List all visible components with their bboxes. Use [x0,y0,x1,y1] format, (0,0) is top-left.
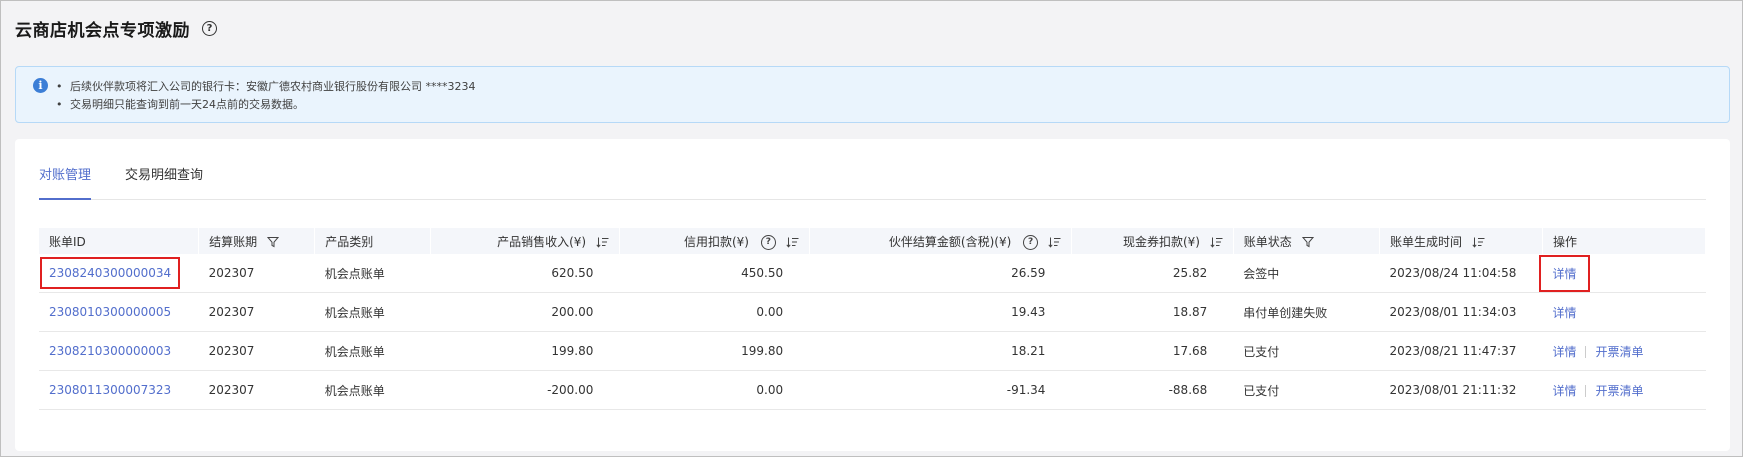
help-icon[interactable]: ? [202,21,217,36]
bill-id-cell: 2308011300007323 [39,370,199,410]
col-header-time: 账单生成时间 [1379,228,1543,254]
action-divider [1585,346,1587,358]
category-cell: 机会点账单 [314,254,431,293]
actions-cell: 详情 [1542,292,1706,332]
details-link[interactable]: 详情 [1552,345,1576,359]
action-divider [1585,385,1587,397]
col-header-period: 结算账期 [198,228,316,254]
revenue-cell: 620.50 [430,254,620,293]
credit-cell: 0.00 [619,370,810,410]
tab-transaction-details[interactable]: 交易明细查询 [125,165,203,198]
period-cell: 202307 [198,370,315,410]
col-header-bill-id: 账单ID [39,228,200,254]
title-row: 云商店机会点专项激励 ? [15,16,217,41]
period-cell: 202307 [198,292,315,332]
details-link[interactable]: 详情 [1552,267,1576,281]
reconciliation-panel: 对账管理 交易明细查询 账单ID 结算账期 产品类别 产品销售收入(¥) 信用扣… [15,139,1730,451]
notice-line: 交易明细只能查询到前一天24点前的交易数据。 [56,96,476,114]
table-row: 2308210300000003 202307 机会点账单 199.80 199… [39,331,1706,371]
bill-id-cell: 2308210300000003 [39,331,199,371]
filter-icon[interactable] [266,236,279,248]
settlement-cell: 18.21 [809,331,1072,371]
col-header-settlement: 伙伴结算金额(含税)(¥) ? [809,228,1072,254]
revenue-cell: -200.00 [430,370,620,410]
period-cell: 202307 [198,254,315,293]
actions-cell: 详情 开票清单 [1542,331,1706,371]
bill-id-link[interactable]: 2308240300000034 [49,266,171,280]
bill-table: 账单ID 结算账期 产品类别 产品销售收入(¥) 信用扣款(¥) ? 伙伴结算金… [39,228,1707,410]
category-cell: 机会点账单 [314,292,431,332]
col-header-credit: 信用扣款(¥) ? [619,228,810,254]
help-icon[interactable]: ? [1023,234,1039,250]
revenue-cell: 199.80 [430,331,620,371]
credit-cell: 450.50 [619,254,810,293]
col-header-revenue: 产品销售收入(¥) [430,228,620,254]
time-cell: 2023/08/24 11:04:58 [1379,254,1543,293]
filter-icon[interactable] [1301,236,1314,248]
period-cell: 202307 [198,331,315,371]
bill-id-link[interactable]: 2308010300000005 [49,305,171,319]
settlement-cell: 19.43 [809,292,1072,332]
sort-icon[interactable] [786,237,799,248]
bill-id-link[interactable]: 2308210300000003 [49,344,171,358]
time-cell: 2023/08/01 11:34:03 [1379,292,1543,332]
status-cell: 已支付 [1233,370,1380,410]
category-cell: 机会点账单 [314,331,431,371]
highlight-box: 2308240300000034 [40,257,181,289]
credit-cell: 199.80 [619,331,810,371]
info-icon: i [33,78,48,93]
col-header-coupon: 现金券扣款(¥) [1071,228,1234,254]
bill-id-link[interactable]: 2308011300007323 [49,383,171,397]
settlement-cell: 26.59 [809,254,1072,293]
credit-cell: 0.00 [619,292,810,332]
bill-id-cell: 2308240300000034 [39,254,199,293]
page-title: 云商店机会点专项激励 [15,21,190,41]
sort-icon[interactable] [1048,237,1061,248]
status-cell: 串付单创建失败 [1233,292,1380,332]
col-header-category: 产品类别 [314,228,432,254]
invoice-list-link[interactable]: 开票清单 [1595,384,1643,398]
notice-line: 后续伙伴款项将汇入公司的银行卡：安徽广德农村商业银行股份有限公司 ****323… [56,78,476,96]
coupon-cell: 18.87 [1071,292,1234,332]
highlight-box: 详情 [1539,254,1591,292]
category-cell: 机会点账单 [314,370,431,410]
status-cell: 已支付 [1233,331,1380,371]
status-cell: 会签中 [1233,254,1380,293]
time-cell: 2023/08/01 21:11:32 [1379,370,1543,410]
details-link[interactable]: 详情 [1552,306,1576,320]
settlement-cell: -91.34 [809,370,1072,410]
actions-cell: 详情 开票清单 [1542,370,1706,410]
coupon-cell: 25.82 [1071,254,1234,293]
col-header-actions: 操作 [1542,228,1707,254]
invoice-list-link[interactable]: 开票清单 [1595,345,1643,359]
app-frame: 云商店机会点专项激励 ? i 后续伙伴款项将汇入公司的银行卡：安徽广德农村商业银… [0,0,1743,457]
table-header-row: 账单ID 结算账期 产品类别 产品销售收入(¥) 信用扣款(¥) ? 伙伴结算金… [39,228,1707,254]
bill-id-cell: 2308010300000005 [39,292,199,332]
actions-cell: 详情 [1539,254,1706,293]
help-icon[interactable]: ? [760,234,776,250]
time-cell: 2023/08/21 11:47:37 [1379,331,1543,371]
table-row: 2308010300000005 202307 机会点账单 200.00 0.0… [39,292,1706,332]
table-row: 2308011300007323 202307 机会点账单 -200.00 0.… [39,370,1706,410]
coupon-cell: 17.68 [1071,331,1234,371]
revenue-cell: 200.00 [430,292,620,332]
col-header-status: 账单状态 [1233,228,1381,254]
table-row: 2308240300000034 202307 机会点账单 620.50 450… [39,254,1706,293]
sort-icon[interactable] [1210,237,1223,248]
sort-icon[interactable] [1472,237,1485,248]
sort-icon[interactable] [596,237,609,248]
tab-reconciliation[interactable]: 对账管理 [39,165,92,200]
notice-list: 后续伙伴款项将汇入公司的银行卡：安徽广德农村商业银行股份有限公司 ****323… [56,78,476,114]
tab-bar: 对账管理 交易明细查询 [39,165,1706,200]
coupon-cell: -88.68 [1071,370,1234,410]
details-link[interactable]: 详情 [1552,384,1576,398]
notice-banner: i 后续伙伴款项将汇入公司的银行卡：安徽广德农村商业银行股份有限公司 ****3… [15,66,1730,123]
